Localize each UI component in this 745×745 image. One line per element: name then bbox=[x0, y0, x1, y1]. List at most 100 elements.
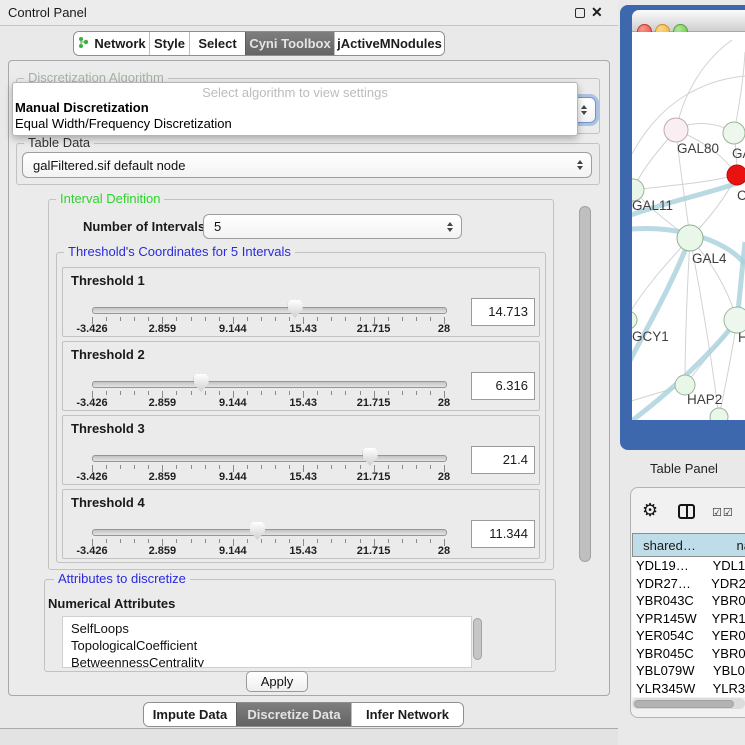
tick-mark bbox=[219, 539, 220, 543]
table-cell[interactable]: YDR27… bbox=[632, 575, 709, 593]
number-of-intervals-combobox[interactable]: 5 bbox=[203, 214, 462, 239]
table-cell[interactable]: YBR045C bbox=[632, 645, 710, 663]
top-right-node[interactable] bbox=[723, 122, 745, 144]
table-cell[interactable]: YBL0 bbox=[711, 662, 745, 680]
table-cell[interactable]: YBL079W bbox=[632, 662, 711, 680]
split-columns-icon[interactable] bbox=[678, 504, 695, 519]
tick-mark bbox=[219, 317, 220, 321]
table-cell[interactable]: YER0 bbox=[710, 627, 745, 645]
tick-label: 21.715 bbox=[357, 471, 391, 483]
attributes-scrollbar-thumb[interactable] bbox=[473, 618, 482, 660]
table-row[interactable]: YER054CYER0 bbox=[632, 627, 745, 645]
gal80-node[interactable] bbox=[664, 118, 688, 142]
gal4-node[interactable] bbox=[677, 225, 703, 251]
list-item[interactable]: BetweennessCentrality bbox=[63, 654, 471, 668]
column-header-name[interactable]: na bbox=[706, 533, 745, 557]
table-row[interactable]: YBR045CYBR0 bbox=[632, 645, 745, 663]
tab-cyni-toolbox[interactable]: Cyni Toolbox bbox=[245, 32, 334, 55]
float-icon[interactable] bbox=[575, 8, 585, 18]
checkboxes-icon[interactable]: ☑☑ bbox=[712, 506, 734, 519]
tab-discretize-data[interactable]: Discretize Data bbox=[236, 703, 351, 726]
combo-stepper-icon bbox=[581, 105, 587, 115]
red-node[interactable] bbox=[727, 165, 745, 185]
threshold-3-slider-thumb[interactable] bbox=[363, 448, 378, 466]
table-cell[interactable]: YDL1 bbox=[711, 557, 745, 575]
tick-mark bbox=[345, 317, 346, 321]
table-row[interactable]: YPR145WYPR1 bbox=[632, 610, 745, 628]
apply-button[interactable]: Apply bbox=[246, 671, 308, 692]
node-label-gal11: GAL11 bbox=[632, 198, 673, 213]
threshold-1-slider-track[interactable] bbox=[92, 307, 447, 314]
table-cell[interactable]: YBR0 bbox=[710, 645, 745, 663]
network-edge bbox=[685, 238, 690, 385]
attributes-scrollbar-track[interactable] bbox=[472, 617, 484, 667]
algorithm-option-equal-width-frequency[interactable]: Equal Width/Frequency Discretization bbox=[15, 116, 232, 131]
bottom-strip bbox=[0, 728, 618, 745]
algorithm-dropdown-hint: Select algorithm to view settings bbox=[13, 85, 577, 100]
algorithm-option-manual-discretization[interactable]: Manual Discretization bbox=[15, 100, 149, 115]
table-cell[interactable]: YBR043C bbox=[632, 592, 710, 610]
tick-label: 9.144 bbox=[219, 471, 247, 483]
thresholds-group-title: Threshold's Coordinates for 5 Intervals bbox=[64, 245, 295, 259]
tick-mark bbox=[176, 465, 177, 469]
threshold-3-value-field[interactable]: 21.4 bbox=[471, 446, 535, 474]
column-header-shared[interactable]: shared… bbox=[632, 533, 707, 557]
table-row[interactable]: YDL19…YDL1 bbox=[632, 557, 745, 575]
settings-scrollbar-track[interactable] bbox=[576, 192, 594, 668]
table-cell[interactable]: YDR2 bbox=[709, 575, 745, 593]
table-cell[interactable]: YLR3 bbox=[711, 680, 745, 698]
tick-mark bbox=[275, 465, 276, 469]
network-window-titlebar[interactable] bbox=[632, 10, 745, 32]
node-label-gal4: GAL4 bbox=[692, 251, 727, 266]
threshold-2-slider-thumb[interactable] bbox=[194, 374, 209, 392]
threshold-2-slider-track[interactable] bbox=[92, 381, 447, 388]
list-item[interactable]: SelfLoops bbox=[63, 617, 471, 637]
bottom-tab-bar: Impute DataDiscretize DataInfer Network bbox=[143, 702, 464, 727]
tab-style[interactable]: Style bbox=[149, 32, 189, 55]
list-item[interactable]: TopologicalCoefficient bbox=[63, 637, 471, 654]
tick-mark bbox=[120, 317, 121, 321]
tick-label: 15.43 bbox=[289, 397, 317, 409]
threshold-4-slider-track[interactable] bbox=[92, 529, 447, 536]
table-cell[interactable]: YLR345W bbox=[632, 680, 711, 698]
tick-mark bbox=[402, 465, 403, 469]
threshold-3-slider-track[interactable] bbox=[92, 455, 447, 462]
numerical-attributes-list[interactable]: SelfLoopsTopologicalCoefficientBetweenne… bbox=[62, 616, 472, 668]
number-of-intervals-value: 5 bbox=[214, 219, 221, 234]
threshold-4-slider-thumb[interactable] bbox=[250, 522, 265, 540]
tab-network[interactable]: Network bbox=[74, 32, 149, 55]
threshold-4-value-field[interactable]: 11.344 bbox=[471, 520, 535, 548]
table-data-combobox[interactable]: galFiltered.sif default node bbox=[22, 152, 592, 178]
settings-scrollbar-thumb[interactable] bbox=[579, 206, 591, 562]
gcy1-node[interactable] bbox=[632, 311, 637, 329]
table-hscrollbar-thumb[interactable] bbox=[634, 700, 734, 708]
table-row[interactable]: YDR27…YDR2 bbox=[632, 575, 745, 593]
tick-mark bbox=[191, 317, 192, 321]
bottom-node[interactable] bbox=[710, 408, 728, 420]
tick-mark bbox=[360, 391, 361, 395]
table-cell[interactable]: YPR1 bbox=[710, 610, 745, 628]
table-row[interactable]: YLR345WYLR3 bbox=[632, 680, 745, 698]
tab-select[interactable]: Select bbox=[189, 32, 245, 55]
tick-mark bbox=[416, 391, 417, 395]
close-icon[interactable]: ✕ bbox=[591, 4, 603, 21]
table-cell[interactable]: YER054C bbox=[632, 627, 710, 645]
tab-impute-data[interactable]: Impute Data bbox=[144, 703, 236, 726]
network-canvas[interactable]: GAL80GACGAL11GAL4GCY1HHAP2 bbox=[632, 32, 745, 420]
tick-mark bbox=[247, 539, 248, 543]
table-hscrollbar-track[interactable] bbox=[632, 698, 745, 709]
table-cell[interactable]: YPR145W bbox=[632, 610, 710, 628]
tab-jactivemnodules[interactable]: jActiveMNodules bbox=[334, 32, 444, 55]
tick-mark bbox=[205, 465, 206, 469]
table-row[interactable]: YBL079WYBL0 bbox=[632, 662, 745, 680]
threshold-2-value-field[interactable]: 6.316 bbox=[471, 372, 535, 400]
table-cell[interactable]: YDL19… bbox=[632, 557, 711, 575]
threshold-1-slider-thumb[interactable] bbox=[288, 300, 303, 318]
gear-icon[interactable]: ⚙ bbox=[642, 500, 658, 521]
tick-mark bbox=[289, 465, 290, 469]
threshold-1-value-field[interactable]: 14.713 bbox=[471, 298, 535, 326]
table-cell[interactable]: YBR0 bbox=[710, 592, 745, 610]
tick-label: 15.43 bbox=[289, 545, 317, 557]
table-row[interactable]: YBR043CYBR0 bbox=[632, 592, 745, 610]
tab-infer-network[interactable]: Infer Network bbox=[351, 703, 463, 726]
